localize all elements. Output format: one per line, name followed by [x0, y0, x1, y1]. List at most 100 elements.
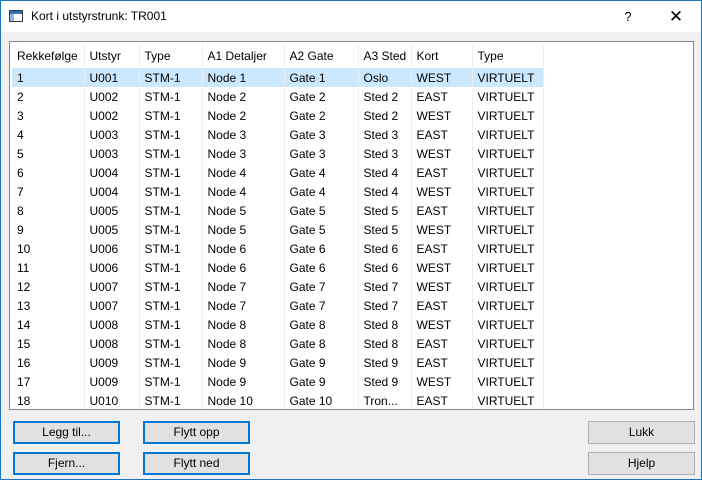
cell-equipment: U010: [84, 391, 140, 409]
cell-type: STM-1: [139, 239, 203, 258]
column-header-equipment[interactable]: Utstyr: [84, 44, 140, 68]
cell-a3-place: Sted 2: [358, 106, 412, 125]
card-list[interactable]: Rekkefølge Utstyr Type A1 Detaljer A2 Ga…: [9, 41, 694, 410]
column-header-card[interactable]: Kort: [411, 44, 473, 68]
cell-card: WEST: [411, 258, 473, 277]
cell-order: 9: [12, 220, 85, 239]
table-row[interactable]: 10 U006 STM-1 Node 6 Gate 6 Sted 6 EAST VIRTUEL…: [12, 239, 544, 258]
dialog-window: Kort i utstyrstrunk: TR001 ? ✕ Rekkefølg…: [0, 0, 702, 480]
cell-order: 5: [12, 144, 85, 163]
cell-card-type: VIRTUELT: [472, 391, 544, 409]
cell-a2-gate: Gate 7: [284, 296, 359, 315]
cell-type: STM-1: [139, 353, 203, 372]
help-icon[interactable]: ?: [605, 1, 651, 32]
cell-a2-gate: Gate 7: [284, 277, 359, 296]
cell-order: 16: [12, 353, 85, 372]
column-header-card-type[interactable]: Type: [472, 44, 544, 68]
cell-card-type: VIRTUELT: [472, 201, 544, 220]
table-row[interactable]: 6 U004 STM-1 Node 4 Gate 4 Sted 4 EAST VIRTUELT: [12, 163, 544, 182]
cell-type: STM-1: [139, 144, 203, 163]
cell-type: STM-1: [139, 125, 203, 144]
add-button[interactable]: Legg til...: [13, 421, 120, 444]
table-row[interactable]: 5 U003 STM-1 Node 3 Gate 3 Sted 3 WEST VIRTUELT: [12, 144, 544, 163]
cell-equipment: U006: [84, 239, 140, 258]
table-row[interactable]: 12 U007 STM-1 Node 7 Gate 7 Sted 7 WEST VIRTUEL…: [12, 277, 544, 296]
cell-a1-details: Node 9: [202, 372, 285, 391]
cell-a3-place: Sted 4: [358, 182, 412, 201]
table-row[interactable]: 2 U002 STM-1 Node 2 Gate 2 Sted 2 EAST VIRTUELT: [12, 87, 544, 106]
cell-card-type: VIRTUELT: [472, 277, 544, 296]
cell-card-type: VIRTUELT: [472, 334, 544, 353]
cell-order: 6: [12, 163, 85, 182]
cell-a2-gate: Gate 6: [284, 239, 359, 258]
table-row[interactable]: 9 U005 STM-1 Node 5 Gate 5 Sted 5 WEST VIRTUELT: [12, 220, 544, 239]
cell-type: STM-1: [139, 315, 203, 334]
column-header-a1-details[interactable]: A1 Detaljer: [202, 44, 285, 68]
cell-card-type: VIRTUELT: [472, 353, 544, 372]
table-header-row: Rekkefølge Utstyr Type A1 Detaljer A2 Ga…: [12, 44, 544, 68]
close-button[interactable]: Lukk: [588, 421, 695, 444]
help-button[interactable]: Hjelp: [588, 452, 695, 475]
cell-type: STM-1: [139, 258, 203, 277]
table-row[interactable]: 11 U006 STM-1 Node 6 Gate 6 Sted 6 WEST VIRTUEL…: [12, 258, 544, 277]
cell-a1-details: Node 3: [202, 125, 285, 144]
move-up-button[interactable]: Flytt opp: [143, 421, 250, 444]
table-row[interactable]: 14 U008 STM-1 Node 8 Gate 8 Sted 8 WEST VIRTUEL…: [12, 315, 544, 334]
cell-order: 18: [12, 391, 85, 409]
cell-type: STM-1: [139, 391, 203, 409]
cell-a2-gate: Gate 2: [284, 106, 359, 125]
table-row[interactable]: 1 U001 STM-1 Node 1 Gate 1 Oslo WEST VIRTUELT: [12, 68, 544, 87]
cell-a3-place: Sted 8: [358, 315, 412, 334]
cell-a2-gate: Gate 1: [284, 68, 359, 87]
cell-order: 11: [12, 258, 85, 277]
cell-a1-details: Node 4: [202, 182, 285, 201]
cell-equipment: U002: [84, 106, 140, 125]
cell-order: 13: [12, 296, 85, 315]
cell-a1-details: Node 2: [202, 87, 285, 106]
cell-equipment: U008: [84, 334, 140, 353]
cell-a2-gate: Gate 5: [284, 220, 359, 239]
column-header-order[interactable]: Rekkefølge: [12, 44, 85, 68]
cell-card: WEST: [411, 315, 473, 334]
cell-a2-gate: Gate 5: [284, 201, 359, 220]
cell-card: EAST: [411, 163, 473, 182]
table-row[interactable]: 13 U007 STM-1 Node 7 Gate 7 Sted 7 EAST VIRTUEL…: [12, 296, 544, 315]
table-row[interactable]: 15 U008 STM-1 Node 8 Gate 8 Sted 8 EAST VIRTUEL…: [12, 334, 544, 353]
cell-card: WEST: [411, 144, 473, 163]
close-icon[interactable]: ✕: [653, 1, 699, 32]
move-down-button[interactable]: Flytt ned: [143, 452, 250, 475]
cell-order: 2: [12, 87, 85, 106]
cell-a2-gate: Gate 9: [284, 372, 359, 391]
cell-a1-details: Node 6: [202, 239, 285, 258]
cell-card: WEST: [411, 277, 473, 296]
table-row[interactable]: 18 U010 STM-1 Node 10 Gate 10 Tron... EAST VIRT…: [12, 391, 544, 409]
column-header-a3-place[interactable]: A3 Sted: [358, 44, 412, 68]
table-row[interactable]: 8 U005 STM-1 Node 5 Gate 5 Sted 5 EAST VIRTUELT: [12, 201, 544, 220]
cell-a1-details: Node 6: [202, 258, 285, 277]
cell-card: EAST: [411, 391, 473, 409]
table-body: 1 U001 STM-1 Node 1 Gate 1 Oslo WEST VIRTUELT 2 U…: [12, 68, 544, 409]
cell-card: WEST: [411, 220, 473, 239]
column-header-a2-gate[interactable]: A2 Gate: [284, 44, 359, 68]
cell-card-type: VIRTUELT: [472, 258, 544, 277]
cell-a1-details: Node 8: [202, 315, 285, 334]
table-row[interactable]: 3 U002 STM-1 Node 2 Gate 2 Sted 2 WEST VIRTUELT: [12, 106, 544, 125]
cell-a3-place: Sted 8: [358, 334, 412, 353]
column-header-type[interactable]: Type: [139, 44, 203, 68]
cell-a1-details: Node 3: [202, 144, 285, 163]
cell-card-type: VIRTUELT: [472, 68, 544, 87]
cell-a2-gate: Gate 3: [284, 125, 359, 144]
cell-a2-gate: Gate 2: [284, 87, 359, 106]
table-row[interactable]: 4 U003 STM-1 Node 3 Gate 3 Sted 3 EAST VIRTUELT: [12, 125, 544, 144]
cell-order: 10: [12, 239, 85, 258]
cell-card: EAST: [411, 239, 473, 258]
remove-button[interactable]: Fjern...: [13, 452, 120, 475]
cell-order: 12: [12, 277, 85, 296]
cell-equipment: U003: [84, 144, 140, 163]
table-row[interactable]: 16 U009 STM-1 Node 9 Gate 9 Sted 9 EAST VIRTUEL…: [12, 353, 544, 372]
table-row[interactable]: 7 U004 STM-1 Node 4 Gate 4 Sted 4 WEST VIRTUELT: [12, 182, 544, 201]
cell-equipment: U007: [84, 277, 140, 296]
cell-a3-place: Sted 7: [358, 277, 412, 296]
table-row[interactable]: 17 U009 STM-1 Node 9 Gate 9 Sted 9 WEST VIRTUEL…: [12, 372, 544, 391]
cell-equipment: U007: [84, 296, 140, 315]
